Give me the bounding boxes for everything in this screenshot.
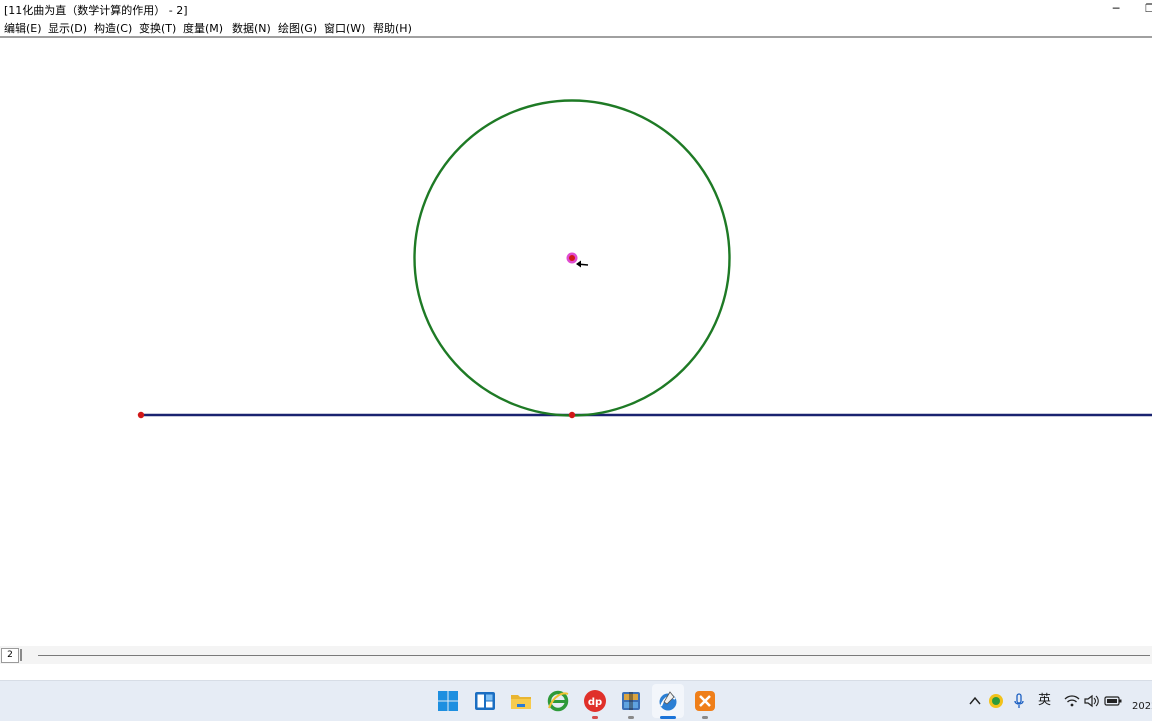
menu-construct[interactable]: 构造(C) — [94, 20, 132, 36]
windows-start-icon[interactable] — [436, 689, 460, 713]
menu-data[interactable]: 数据(N) — [232, 20, 271, 36]
running-indicator-xmind — [702, 716, 708, 719]
netease-music-icon[interactable]: dp — [583, 689, 607, 713]
minimize-button[interactable]: ─ — [1106, 0, 1126, 18]
sketchpad-app-icon[interactable] — [656, 689, 680, 713]
center-point[interactable] — [569, 255, 575, 261]
ime-indicator[interactable]: 英 — [1038, 692, 1051, 710]
menu-transform[interactable]: 变换(T) — [139, 20, 176, 36]
widgets-icon[interactable] — [473, 689, 497, 713]
line-start-point[interactable] — [137, 411, 145, 419]
page-tab-bar: 2 — [0, 646, 1152, 664]
menu-display[interactable]: 显示(D) — [48, 20, 87, 36]
sketch-canvas[interactable] — [0, 38, 1152, 646]
window-title: [11化曲为直（数学计算的作用） - 2] — [4, 4, 188, 17]
menu-window[interactable]: 窗口(W) — [324, 20, 365, 36]
chevron-up-icon[interactable] — [968, 695, 982, 707]
horizontal-scrollbar[interactable] — [38, 655, 1150, 656]
sync-app-icon[interactable] — [988, 693, 1004, 709]
page-tab-divider[interactable] — [20, 649, 22, 661]
restore-button[interactable]: ❐ — [1144, 0, 1152, 18]
running-indicator-archive — [628, 716, 634, 719]
menu-help[interactable]: 帮助(H) — [373, 20, 412, 36]
menu-edit[interactable]: 编辑(E) — [4, 20, 42, 36]
workspace-strip — [0, 664, 1152, 680]
microphone-icon[interactable] — [1013, 693, 1025, 709]
file-explorer-icon[interactable] — [509, 689, 533, 713]
running-indicator-music — [592, 716, 598, 719]
page-tab-2[interactable]: 2 — [1, 648, 19, 663]
taskbar: dp 英 2022 — [0, 680, 1152, 721]
title-bar: [11化曲为直（数学计算的作用） - 2] ─ ❐ — [0, 0, 1152, 18]
xmind-icon[interactable] — [693, 689, 717, 713]
menu-graph[interactable]: 绘图(G) — [278, 20, 317, 36]
clock-date[interactable]: 2022 — [1132, 701, 1152, 712]
archive-tool-icon[interactable] — [619, 689, 643, 713]
menu-measure[interactable]: 度量(M) — [183, 20, 223, 36]
battery-icon[interactable] — [1104, 695, 1122, 707]
volume-icon[interactable] — [1084, 694, 1100, 708]
ie-browser-icon[interactable] — [546, 689, 570, 713]
sketch-svg — [137, 99, 1152, 419]
wifi-icon[interactable] — [1064, 694, 1080, 708]
active-indicator-sketchpad — [660, 716, 676, 719]
tangent-point[interactable] — [568, 411, 576, 419]
menu-bar: 编辑(E) 显示(D) 构造(C) 变换(T) 度量(M) 数据(N) 绘图(G… — [0, 18, 1152, 38]
arrow-cursor-icon — [576, 260, 589, 268]
svg-text:dp: dp — [588, 697, 602, 708]
